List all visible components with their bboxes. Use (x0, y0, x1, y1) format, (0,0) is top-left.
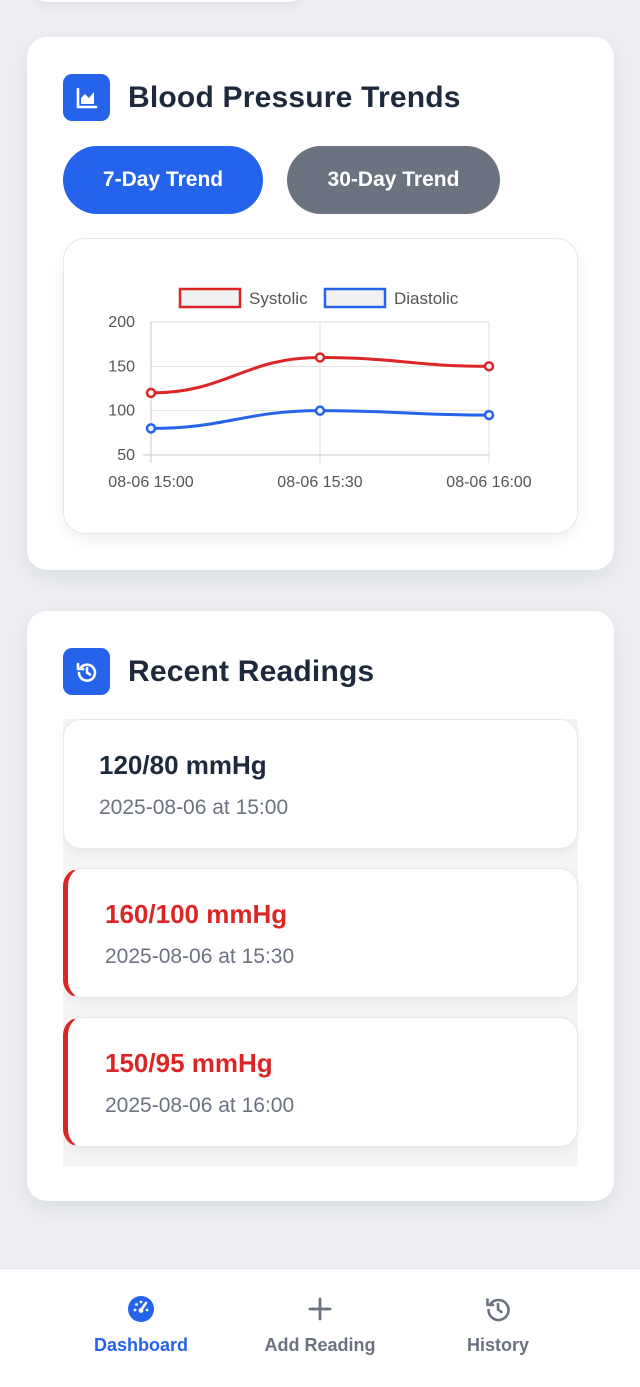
y-tick-label: 100 (108, 403, 135, 420)
nav-history-label: History (466, 1335, 529, 1355)
nav-add-reading-label: Add Reading (264, 1335, 376, 1355)
y-tick-label: 150 (108, 358, 135, 375)
data-point-diastolic (314, 405, 326, 416)
trends-title: Blood Pressure Trends (128, 80, 461, 114)
readings-title: Recent Readings (128, 654, 375, 688)
gauge-icon (128, 1296, 154, 1322)
thirty-day-trend-button[interactable]: 30-Day Trend (287, 146, 500, 214)
seven-day-trend-button[interactable]: 7-Day Trend (63, 146, 263, 214)
legend-label-systolic: Systolic (249, 289, 308, 308)
area-chart-icon (63, 74, 110, 121)
reading-time: 2025-08-06 at 15:00 (99, 796, 289, 819)
legend-swatch-systolic (178, 287, 242, 309)
trends-header: Blood Pressure Trends (63, 74, 461, 121)
legend-label-diastolic: Diastolic (394, 289, 459, 308)
nav-dashboard-label: Dashboard (93, 1335, 189, 1355)
nav-history[interactable]: History (408, 1295, 588, 1365)
history-icon (486, 1298, 510, 1322)
plus-icon (308, 1297, 332, 1321)
x-tick-label: 08-06 15:00 (108, 474, 194, 491)
reading-item-alert[interactable]: 160/100 mmHg 2025-08-06 at 15:30 (63, 868, 578, 998)
history-icon (63, 648, 110, 695)
data-point-diastolic (145, 423, 157, 434)
readings-header: Recent Readings (63, 648, 374, 695)
nav-add-reading[interactable]: Add Reading (230, 1295, 410, 1365)
reading-item[interactable]: 120/80 mmHg 2025-08-06 at 15:00 (63, 719, 578, 849)
data-point-diastolic (483, 409, 495, 421)
previous-card-edge (32, 0, 304, 2)
bp-chart-svg: 50 100 150 200 08-06 15:00 08-06 15:30 08-06 1… (108, 287, 532, 491)
bp-trend-chart: 50 100 150 200 08-06 15:00 08-06 15:30 08-06 1… (63, 238, 578, 534)
trends-card: Blood Pressure Trends 7-Day Trend 30-Day… (27, 37, 614, 570)
y-tick-label: 50 (117, 447, 135, 464)
reading-time: 2025-08-06 at 15:30 (105, 945, 295, 968)
legend-swatch-diastolic (323, 287, 387, 309)
reading-value: 150/95 mmHg (105, 1048, 273, 1078)
reading-item-alert[interactable]: 150/95 mmHg 2025-08-06 at 16:00 (63, 1017, 578, 1147)
bottom-nav: Dashboard Add Reading History (0, 1268, 640, 1387)
data-point-systolic (314, 352, 326, 363)
readings-list: 120/80 mmHg 2025-08-06 at 15:00 160/100 … (63, 719, 578, 1166)
data-point-systolic (145, 387, 157, 399)
x-tick-label: 08-06 15:30 (277, 474, 363, 491)
readings-card: Recent Readings 120/80 mmHg 2025-08-06 a… (27, 611, 614, 1201)
y-tick-label: 200 (108, 314, 135, 331)
x-tick-label: 08-06 16:00 (446, 474, 532, 491)
data-point-systolic (483, 361, 495, 372)
reading-value: 120/80 mmHg (99, 750, 267, 780)
nav-dashboard[interactable]: Dashboard (51, 1295, 231, 1365)
reading-time: 2025-08-06 at 16:00 (105, 1094, 295, 1117)
reading-value: 160/100 mmHg (105, 899, 288, 929)
